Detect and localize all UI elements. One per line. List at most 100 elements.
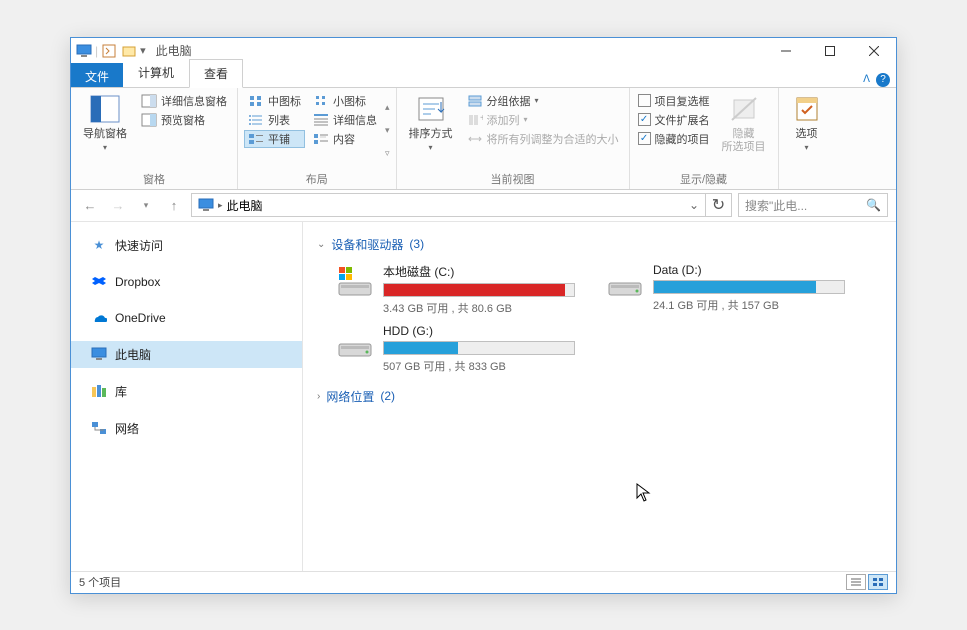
nav-pane-button[interactable]: 导航窗格 ▾: [77, 92, 133, 169]
search-box[interactable]: 搜索"此电... 🔍: [738, 193, 888, 217]
qat-dropdown[interactable]: ▾: [140, 44, 146, 57]
drive-usage-bar: [653, 280, 845, 294]
maximize-button[interactable]: [808, 38, 852, 64]
collapse-ribbon-icon[interactable]: ᐱ: [863, 74, 870, 85]
nav-dropbox[interactable]: Dropbox: [71, 269, 302, 295]
chevron-down-icon: ⌄: [317, 239, 325, 250]
nav-quick-access[interactable]: ★快速访问: [71, 232, 302, 259]
qat-divider: |: [95, 44, 98, 58]
network-icon: [91, 420, 107, 436]
search-placeholder: 搜索"此电...: [745, 197, 807, 214]
drive-d[interactable]: Data (D:) 24.1 GB 可用 , 共 157 GB: [605, 263, 845, 316]
address-row: ← → ▾ ↑ ▸ 此电脑 ⌄ ↻ 搜索"此电... 🔍: [71, 190, 896, 222]
layout-small-icons[interactable]: 小图标: [309, 92, 381, 110]
drive-usage-bar: [383, 341, 575, 355]
hidden-items-toggle[interactable]: ✓隐藏的项目: [636, 130, 712, 148]
forward-button[interactable]: →: [107, 194, 129, 216]
layout-scroll-down[interactable]: ▾: [385, 125, 390, 136]
drive-g[interactable]: HDD (G:) 507 GB 可用 , 共 833 GB: [335, 324, 575, 374]
ribbon-tabs: 文件 计算机 查看 ᐱ ?: [71, 64, 896, 88]
details-pane-button[interactable]: 详细信息窗格: [137, 92, 231, 110]
properties-icon[interactable]: [100, 42, 118, 60]
drive-icon: [605, 263, 645, 303]
nav-network[interactable]: 网络: [71, 415, 302, 442]
layout-scroll-up[interactable]: ▴: [385, 102, 390, 113]
group-by-button[interactable]: 分组依据 ▾: [463, 92, 623, 110]
ribbon-group-show-hide: 项目复选框 ✓文件扩展名 ✓隐藏的项目 隐藏所选项目 显示/隐藏: [630, 88, 779, 189]
drive-usage-bar: [383, 283, 575, 297]
drive-label: 本地磁盘 (C:): [383, 263, 575, 280]
content-pane: ⌄ 设备和驱动器 (3) 本地磁盘 (C:) 3.43 GB 可用 , 共 80…: [303, 222, 896, 571]
star-icon: ★: [91, 237, 107, 253]
ribbon-group-panes: 导航窗格 ▾ 详细信息窗格 预览窗格 窗格: [71, 88, 238, 189]
item-checkboxes-toggle[interactable]: 项目复选框: [636, 92, 712, 110]
drive-label: HDD (G:): [383, 324, 575, 338]
nav-libraries[interactable]: 库: [71, 378, 302, 405]
address-location[interactable]: 此电脑: [227, 197, 263, 214]
body: ★快速访问 Dropbox OneDrive 此电脑 库 网络 ⌄ 设备和驱动器…: [71, 222, 896, 571]
chevron-down-icon: ▾: [429, 143, 433, 152]
drive-stats: 24.1 GB 可用 , 共 157 GB: [653, 297, 845, 313]
nav-this-pc[interactable]: 此电脑: [71, 341, 302, 368]
ribbon-group-layout: 中图标 列表 平铺 小图标 详细信息 内容 ▴ ▾ ▿ 布局: [238, 88, 397, 189]
layout-content[interactable]: 内容: [309, 130, 381, 148]
tab-view[interactable]: 查看: [189, 59, 243, 88]
address-dropdown[interactable]: ⌄: [683, 198, 705, 212]
status-item-count: 5 个项目: [79, 574, 121, 590]
layout-medium-icons[interactable]: 中图标: [244, 92, 305, 110]
svg-text:+: +: [480, 113, 483, 124]
options-button[interactable]: 选项 ▾: [785, 92, 829, 173]
drive-system-icon: [335, 263, 375, 303]
up-button[interactable]: ↑: [163, 194, 185, 216]
drive-stats: 507 GB 可用 , 共 833 GB: [383, 358, 575, 374]
help-icon[interactable]: ?: [876, 73, 890, 87]
drive-c[interactable]: 本地磁盘 (C:) 3.43 GB 可用 , 共 80.6 GB: [335, 263, 575, 316]
group-drives-header[interactable]: ⌄ 设备和驱动器 (3): [317, 232, 882, 257]
group-network-header[interactable]: › 网络位置 (2): [317, 384, 882, 409]
address-bar[interactable]: ▸ 此电脑 ⌄: [191, 193, 706, 217]
ribbon: 导航窗格 ▾ 详细信息窗格 预览窗格 窗格 中图标 列表 平铺 小图标: [71, 88, 896, 190]
navigation-pane: ★快速访问 Dropbox OneDrive 此电脑 库 网络: [71, 222, 303, 571]
pc-icon: [75, 42, 93, 60]
dropbox-icon: [91, 274, 107, 290]
close-button[interactable]: [852, 38, 896, 64]
ribbon-group-current-view: 排序方式 ▾ 分组依据 ▾ +添加列 ▾ 将所有列调整为合适的大小 当前视图: [397, 88, 630, 189]
window-title: 此电脑: [156, 42, 192, 59]
layout-details[interactable]: 详细信息: [309, 111, 381, 129]
recent-button[interactable]: ▾: [135, 194, 157, 216]
sort-button[interactable]: 排序方式 ▾: [403, 92, 459, 169]
tab-computer[interactable]: 计算机: [123, 58, 189, 87]
chevron-right-icon[interactable]: ▸: [218, 200, 223, 211]
layout-more[interactable]: ▿: [385, 148, 390, 159]
pc-icon: [91, 346, 107, 362]
onedrive-icon: [91, 310, 107, 326]
hide-selected-button: 隐藏所选项目: [716, 92, 772, 169]
minimize-button[interactable]: [764, 38, 808, 64]
ribbon-group-options: 选项 ▾: [779, 88, 835, 189]
nav-onedrive[interactable]: OneDrive: [71, 305, 302, 331]
pc-icon: [198, 198, 214, 212]
libraries-icon: [91, 383, 107, 399]
explorer-window: | ▾ 此电脑 文件 计算机 查看 ᐱ ?: [70, 37, 897, 594]
layout-list[interactable]: 列表: [244, 111, 305, 129]
preview-pane-button[interactable]: 预览窗格: [137, 111, 231, 129]
view-tiles-button[interactable]: [868, 574, 888, 590]
chevron-down-icon: ▾: [103, 143, 107, 152]
status-bar: 5 个项目: [71, 571, 896, 593]
add-columns-button: +添加列 ▾: [463, 111, 623, 129]
view-details-button[interactable]: [846, 574, 866, 590]
tab-file[interactable]: 文件: [71, 63, 123, 87]
window-controls: [764, 38, 896, 64]
drive-icon: [335, 324, 375, 364]
drives-list: 本地磁盘 (C:) 3.43 GB 可用 , 共 80.6 GB Data (D…: [317, 257, 882, 384]
drive-label: Data (D:): [653, 263, 845, 277]
fit-columns-button: 将所有列调整为合适的大小: [463, 130, 623, 148]
chevron-right-icon: ›: [317, 391, 320, 402]
refresh-button[interactable]: ↻: [706, 193, 732, 217]
back-button[interactable]: ←: [79, 194, 101, 216]
layout-tiles[interactable]: 平铺: [244, 130, 305, 148]
chevron-down-icon: ▾: [805, 143, 809, 152]
search-icon[interactable]: 🔍: [866, 198, 881, 212]
drive-stats: 3.43 GB 可用 , 共 80.6 GB: [383, 300, 575, 316]
file-extensions-toggle[interactable]: ✓文件扩展名: [636, 111, 712, 129]
